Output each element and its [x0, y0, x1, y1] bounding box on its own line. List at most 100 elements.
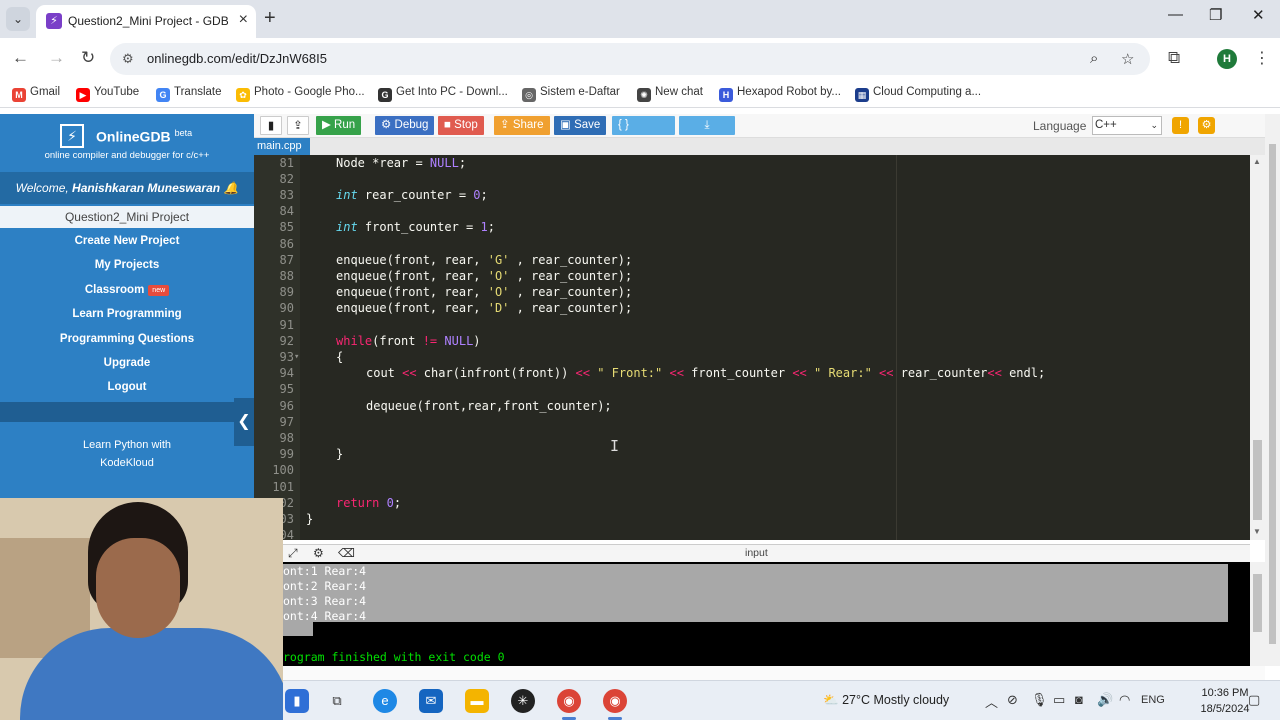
bookmark-item[interactable]: ▦ Cloud Computing a...	[855, 86, 981, 102]
bookmark-item[interactable]: ▶ YouTube	[76, 86, 139, 102]
language-select[interactable]: C++ ⌄	[1092, 116, 1162, 135]
zoom-icon[interactable]: ⌕	[1090, 50, 1098, 67]
tray-chevron-up-icon[interactable]: ︿	[985, 692, 998, 711]
edge-icon[interactable]: e	[373, 689, 397, 713]
page-scroll-thumb[interactable]	[1269, 144, 1276, 644]
forward-arrow-icon[interactable]: →	[48, 48, 65, 68]
page-scrollbar[interactable]	[1265, 114, 1280, 666]
code-line[interactable]: 82	[254, 171, 1250, 187]
bookmark-star-icon[interactable]: ☆	[1121, 50, 1134, 68]
console-output[interactable]: ont:1 Rear:4 ont:2 Rear:4 ont:3 Rear:4 ont:…	[283, 562, 1250, 666]
code-line[interactable]: 99}	[254, 446, 1250, 462]
clear-console-icon[interactable]: ⌫	[338, 546, 355, 560]
editor-scroll-thumb[interactable]	[1253, 440, 1262, 520]
sidebar-item-learn-programming[interactable]: Learn Programming	[0, 302, 254, 326]
beautify-button[interactable]: { } Beautify	[612, 116, 675, 150]
stop-button[interactable]: ■ Stop	[438, 116, 484, 135]
code-line[interactable]: 84	[254, 203, 1250, 219]
code-line[interactable]: 95	[254, 381, 1250, 397]
url-text[interactable]: onlinegdb.com/edit/DzJnW68I5	[147, 51, 327, 66]
code-line[interactable]: 100	[254, 462, 1250, 478]
sidebar-item-programming-questions[interactable]: Programming Questions	[0, 327, 254, 351]
console-scroll-thumb[interactable]	[1253, 574, 1262, 632]
expand-icon[interactable]: ⤢	[288, 546, 298, 561]
brand-title[interactable]: OnlineGDB beta	[96, 128, 192, 145]
sidebar-item-current-project[interactable]: Question2_Mini Project	[0, 206, 254, 228]
bookmark-item[interactable]: H Hexapod Robot by...	[719, 86, 841, 102]
code-line[interactable]: 93 ▾{	[254, 349, 1250, 365]
onlinegdb-logo-icon[interactable]: ⚡	[60, 124, 84, 148]
chrome-profile-icon[interactable]: ◉	[603, 689, 627, 713]
sidebar-item-logout[interactable]: Logout	[0, 375, 254, 399]
reload-icon[interactable]: ↻	[81, 48, 95, 68]
tab-main-cpp[interactable]: main.cpp	[254, 138, 310, 155]
code-line[interactable]: 83 int rear_counter = 0;	[254, 187, 1250, 203]
download-icon[interactable]: ⤓	[679, 116, 735, 135]
code-line[interactable]: 81 Node *rear = NULL;	[254, 155, 1250, 171]
bookmark-item[interactable]: G Translate	[156, 86, 222, 102]
profile-avatar[interactable]: H	[1217, 49, 1237, 69]
code-line[interactable]: 85 int front_counter = 1;	[254, 219, 1250, 235]
bookmark-item[interactable]: G Get Into PC - Downl...	[378, 86, 508, 102]
run-button[interactable]: ▶ Run	[316, 116, 362, 135]
code-line[interactable]: 101	[254, 479, 1250, 495]
bookmark-item[interactable]: ✿ Photo - Google Pho...	[236, 86, 365, 102]
chrome-icon[interactable]: ◉	[557, 689, 581, 713]
info-icon[interactable]: !	[1172, 117, 1189, 134]
browser-tab-active[interactable]: ⚡ Question2_Mini Project - GDB o ×	[36, 5, 256, 38]
code-line[interactable]: 96 dequeue(front,rear,front_counter);	[254, 398, 1250, 414]
address-bar[interactable]: ⚙ onlinegdb.com/edit/DzJnW68I5 ⌕ ☆	[110, 43, 1150, 75]
sidebar-item-create-new-project[interactable]: Create New Project	[0, 229, 254, 253]
tray-network-icon[interactable]: ⊘	[1007, 692, 1018, 708]
tray-camera-icon[interactable]: ◙	[1075, 692, 1083, 707]
app-icon[interactable]: ✳	[511, 689, 535, 713]
console-scrollbar[interactable]	[1250, 562, 1265, 666]
code-line[interactable]: 91	[254, 317, 1250, 333]
code-line[interactable]: 102 return 0;	[254, 495, 1250, 511]
tray-volume-icon[interactable]: 🔊	[1097, 692, 1113, 708]
code-line[interactable]: 103}	[254, 511, 1250, 527]
back-arrow-icon[interactable]: ←	[12, 48, 29, 68]
save-button[interactable]: ▣ Save	[554, 116, 607, 135]
extensions-puzzle-icon[interactable]: ⧉	[1168, 48, 1180, 68]
tray-language[interactable]: ENG	[1141, 694, 1165, 706]
upload-file-icon[interactable]: ⇪	[287, 116, 309, 135]
bookmark-item[interactable]: ✺ New chat	[637, 86, 703, 102]
site-info-icon[interactable]: ⚙	[122, 51, 134, 67]
code-line[interactable]: 90 enqueue(front, rear, 'D' , rear_counte…	[254, 300, 1250, 316]
task-view-icon[interactable]: ⧉	[325, 689, 349, 713]
tray-mic-icon[interactable]: 🎙	[1031, 692, 1048, 708]
notifications-icon[interactable]: ▢	[1248, 692, 1260, 708]
file-explorer-icon[interactable]: ▬	[465, 689, 489, 713]
code-editor[interactable]: 81 Node *rear = NULL; 82 83 int rear_counter…	[254, 155, 1250, 540]
tray-wifi-icon[interactable]: ◠	[1119, 692, 1130, 708]
debug-button[interactable]: ⚙ Debug	[375, 116, 435, 135]
browser-menu-icon[interactable]: ⋮	[1254, 48, 1270, 68]
code-line[interactable]: 98	[254, 430, 1250, 446]
code-line[interactable]: 94 cout << char(infront(front)) << " Fron…	[254, 365, 1250, 381]
code-line[interactable]: 104	[254, 527, 1250, 540]
tab-search-icon[interactable]: ⌄	[6, 7, 30, 31]
code-line[interactable]: 88 enqueue(front, rear, 'O' , rear_counte…	[254, 268, 1250, 284]
restore-icon[interactable]: ❐	[1209, 6, 1222, 24]
code-line[interactable]: 97	[254, 414, 1250, 430]
console-settings-icon[interactable]: ⚙	[313, 546, 324, 560]
code-line[interactable]: 92 while(front != NULL)	[254, 333, 1250, 349]
new-file-icon[interactable]: ▮	[260, 116, 282, 135]
tray-display-icon[interactable]: ▭	[1053, 692, 1065, 708]
promo-kodekloud[interactable]: Learn Python with KodeKloud	[0, 436, 254, 472]
editor-scrollbar[interactable]: ▲ ▼	[1250, 155, 1265, 540]
sidebar-item-classroom[interactable]: Classroom new	[0, 278, 254, 302]
share-button[interactable]: ⇪ Share	[494, 116, 550, 135]
tab-close-icon[interactable]: ×	[239, 11, 248, 29]
minimize-icon[interactable]: —	[1168, 6, 1183, 23]
sidebar-item-upgrade[interactable]: Upgrade	[0, 351, 254, 375]
settings-gear-icon[interactable]: ⚙	[1198, 117, 1215, 134]
code-line[interactable]: 87 enqueue(front, rear, 'G' , rear_counte…	[254, 252, 1250, 268]
files-app-icon[interactable]: ▮	[285, 689, 309, 713]
taskbar-clock[interactable]: 10:36 PM 18/5/2024	[1195, 685, 1255, 717]
mail-icon[interactable]: ✉	[419, 689, 443, 713]
code-line[interactable]: 89 enqueue(front, rear, 'O' , rear_counte…	[254, 284, 1250, 300]
bookmark-item[interactable]: M Gmail	[12, 86, 60, 102]
bookmark-item[interactable]: ◎ Sistem e-Daftar	[522, 86, 620, 102]
